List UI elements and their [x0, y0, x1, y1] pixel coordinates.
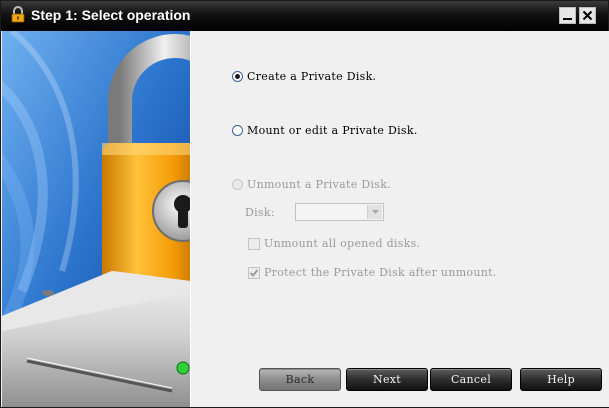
dropdown-arrow[interactable] — [367, 205, 382, 219]
option-create-private-disk[interactable]: Create a Private Disk. — [232, 70, 376, 83]
radio-selected-dot — [235, 74, 240, 79]
create-radio[interactable] — [232, 71, 243, 82]
protect-label: Protect the Private Disk after unmount. — [264, 266, 497, 279]
close-button[interactable] — [579, 7, 596, 24]
next-button[interactable]: Next — [346, 368, 428, 391]
checkmark-icon — [249, 268, 259, 277]
mount-label: Mount or edit a Private Disk. — [247, 124, 418, 137]
private-disk-lock-icon — [11, 6, 25, 23]
minimize-icon — [563, 18, 572, 20]
disk-select[interactable] — [295, 203, 384, 221]
unmount-all-label: Unmount all opened disks. — [264, 237, 421, 250]
protect-after-unmount-option[interactable]: Protect the Private Disk after unmount. — [248, 266, 497, 279]
window-title: Step 1: Select operation — [31, 7, 191, 23]
title-bar[interactable]: Step 1: Select operation — [1, 1, 608, 31]
back-button[interactable]: Back — [259, 368, 341, 391]
create-label: Create a Private Disk. — [247, 70, 377, 83]
disk-label: Disk: — [245, 206, 275, 219]
option-unmount-private-disk[interactable]: Unmount a Private Disk. — [232, 178, 391, 191]
unmount-radio[interactable] — [232, 179, 243, 190]
cancel-button[interactable]: Cancel — [430, 368, 512, 391]
unmount-label: Unmount a Private Disk. — [247, 178, 391, 191]
side-illustration — [2, 31, 190, 407]
option-mount-private-disk[interactable]: Mount or edit a Private Disk. — [232, 124, 418, 137]
protect-checkbox[interactable] — [248, 266, 260, 279]
mount-radio[interactable] — [232, 125, 243, 136]
chevron-down-icon — [371, 209, 379, 214]
unmount-all-option[interactable]: Unmount all opened disks. — [248, 237, 420, 250]
unmount-all-checkbox[interactable] — [248, 237, 260, 250]
wizard-window: Step 1: Select operation Create a Privat… — [0, 0, 609, 408]
help-button[interactable]: Help — [520, 368, 602, 391]
options-panel: Create a Private Disk. Mount or edit a P… — [191, 31, 609, 407]
minimize-button[interactable] — [559, 7, 576, 24]
close-icon — [582, 10, 593, 21]
padlock-on-hard-drive-illustration — [2, 31, 190, 407]
